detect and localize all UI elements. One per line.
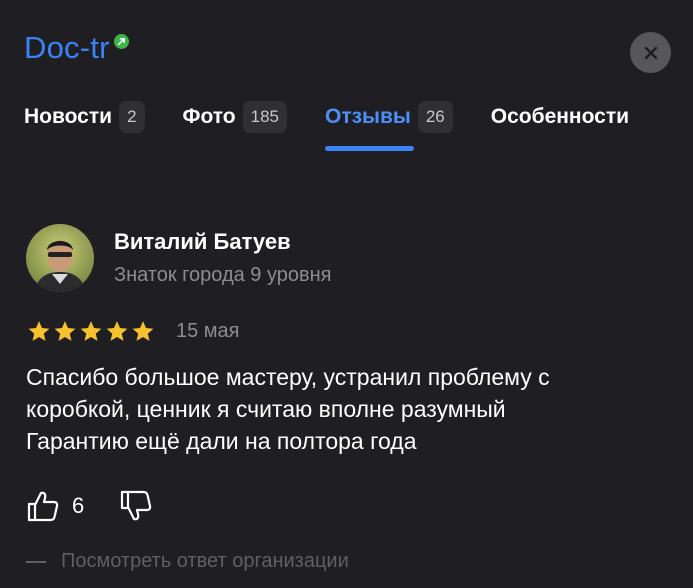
org-reply-link[interactable]: Посмотреть ответ организации [26,550,349,573]
review-text-line: Гарантию ещё дали на полтора года [26,428,417,454]
review-text-line: коробкой, ценник я считаю вполне разумны… [26,396,506,422]
tab-label: Отзывы [324,105,411,128]
star-icon [106,321,128,341]
tab-label: Фото [182,105,236,128]
rating-row: 15 мая [26,319,240,344]
star-icon [132,321,154,341]
like-count: 6 [72,493,85,518]
avatar[interactable] [26,224,94,292]
tab-count: 2 [119,101,145,133]
org-name[interactable]: Doc-tr [24,30,110,66]
review-text: Спасибо большое мастеру, устранил пробле… [26,361,666,457]
active-tab-indicator [324,146,414,151]
review-text-line: Спасибо большое мастеру, устранил пробле… [26,364,550,390]
dash-icon [26,560,46,563]
tab-count: 185 [242,101,287,133]
tab-news[interactable]: Новости 2 [24,101,145,151]
review-actions: 6 [26,489,153,523]
tab-label: Новости [24,105,113,128]
tab-count: 26 [417,101,453,133]
tab-label: Особенности [490,105,630,128]
org-reply-label: Посмотреть ответ организации [61,550,349,572]
tab-bar: Новости 2 Фото 185 Отзывы 26 Особенности [24,101,667,151]
tab-reviews[interactable]: Отзывы 26 [324,101,453,151]
panel-header: Doc-tr [24,30,129,66]
close-button[interactable] [630,32,671,73]
dislike-button[interactable] [119,489,153,523]
thumbs-down-icon [121,490,152,521]
star-icon [28,321,50,341]
review-date: 15 мая [176,320,240,342]
star-icon [54,321,76,341]
verified-arrow-icon [113,33,129,49]
thumbs-up-icon [27,491,59,522]
close-icon [644,46,657,59]
star-rating [26,319,156,344]
like-button[interactable]: 6 [26,489,84,523]
star-icon [80,321,102,341]
tab-features[interactable]: Особенности [491,101,629,151]
tab-photos[interactable]: Фото 185 [183,101,287,151]
organization-panel: Doc-tr Новости 2 Фото 185 Отзывы 26 Особ… [0,0,693,588]
author-name[interactable]: Виталий Батуев [114,229,291,255]
author-level: Знаток города 9 уровня [114,264,332,286]
